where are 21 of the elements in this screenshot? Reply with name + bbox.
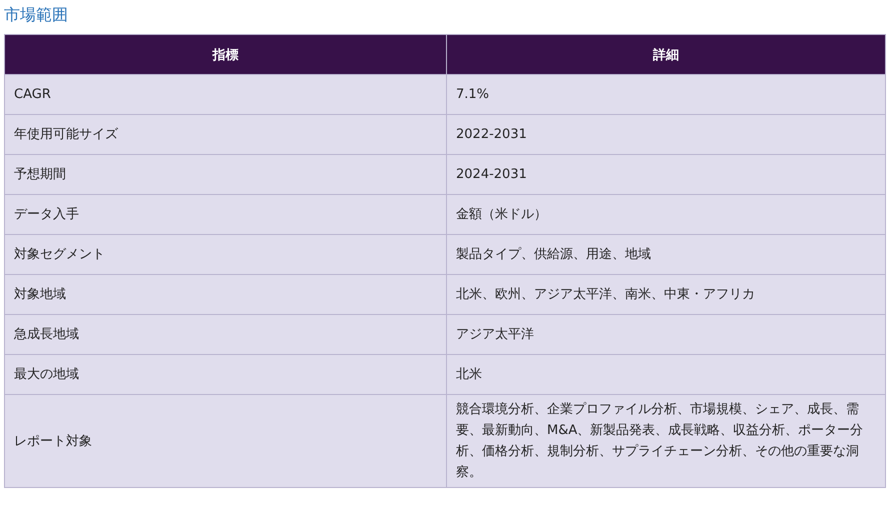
table-cell: アジア太平洋 bbox=[446, 314, 886, 354]
table-cell: レポート対象 bbox=[4, 394, 446, 488]
table-cell: 金額（米ドル） bbox=[446, 194, 886, 234]
table-cell: 競合環境分析、企業プロファイル分析、市場規模、シェア、成長、需要、最新動向、M&A、新製品発表、成長戦略、収益分析、ポーター分析、価格分析、規制分析、サプライチェーン分析、その他の重要な洞察。 bbox=[446, 394, 886, 488]
table-cell: 7.1% bbox=[446, 74, 886, 114]
table-cell: 対象セグメント bbox=[4, 234, 446, 274]
table-cell: 北米 bbox=[446, 354, 886, 394]
table-cell: 年使用可能サイズ bbox=[4, 114, 446, 154]
table-cell: CAGR bbox=[4, 74, 446, 114]
column-header: 指標 bbox=[4, 34, 446, 74]
table-cell: 最大の地域 bbox=[4, 354, 446, 394]
table-cell: 北米、欧州、アジア太平洋、南米、中東・アフリカ bbox=[446, 274, 886, 314]
table-cell: 製品タイプ、供給源、用途、地域 bbox=[446, 234, 886, 274]
section-title: 市場範囲 bbox=[4, 4, 69, 26]
table-cell: 2022-2031 bbox=[446, 114, 886, 154]
column-header: 詳細 bbox=[446, 34, 886, 74]
table-cell: 予想期間 bbox=[4, 154, 446, 194]
table-cell: 急成長地域 bbox=[4, 314, 446, 354]
table-cell: データ入手 bbox=[4, 194, 446, 234]
table-cell: 2024-2031 bbox=[446, 154, 886, 194]
table-cell: 対象地域 bbox=[4, 274, 446, 314]
